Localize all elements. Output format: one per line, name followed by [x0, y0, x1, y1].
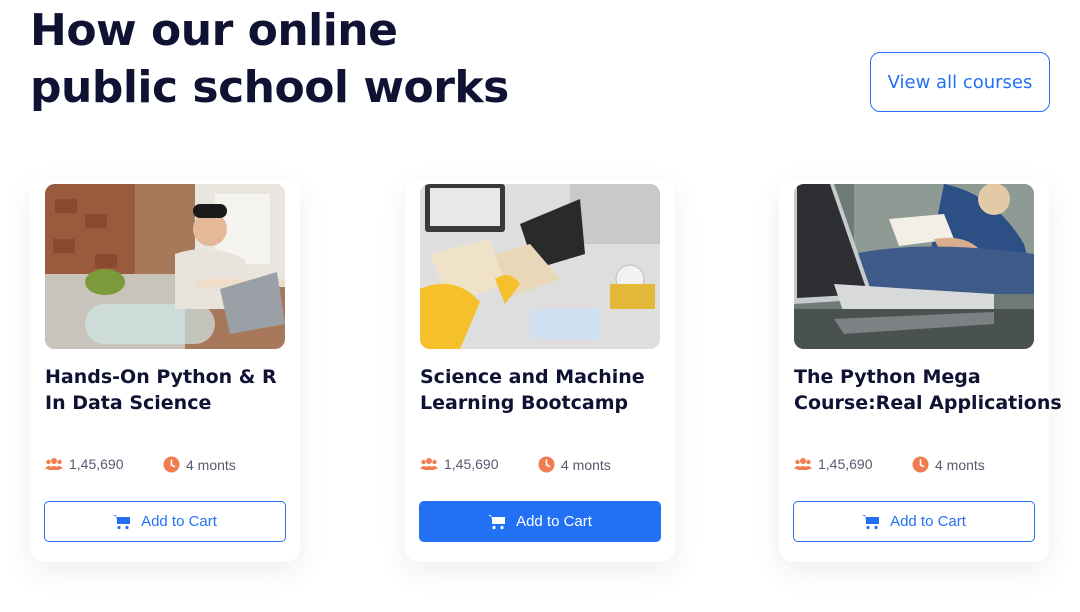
- add-to-cart-label: Add to Cart: [516, 513, 592, 530]
- course-title[interactable]: The Python Mega Course:Real Applications: [794, 364, 1062, 416]
- course-duration: 4 monts: [912, 456, 985, 473]
- course-image-desk-books[interactable]: [420, 184, 660, 349]
- course-duration: 4 monts: [163, 456, 236, 473]
- students-count-value: 1,45,690: [69, 456, 124, 472]
- section-heading-line-2: public school works: [30, 62, 509, 113]
- course-title-line-1: The Python Mega: [794, 366, 981, 388]
- course-meta: 1,45,690 4 monts: [420, 456, 660, 476]
- course-duration-value: 4 monts: [186, 456, 236, 473]
- course-card[interactable]: The Python Mega Course:Real Applications…: [779, 178, 1062, 562]
- clock-icon: [912, 456, 929, 473]
- course-title[interactable]: Science and Machine Learning Bootcamp: [420, 364, 670, 416]
- course-title-line-1: Science and Machine: [420, 366, 645, 388]
- students-count: 1,45,690: [420, 456, 499, 472]
- users-icon: [45, 458, 63, 470]
- section-heading-line-1: How our online: [30, 5, 398, 56]
- clock-icon: [163, 456, 180, 473]
- course-card[interactable]: Science and Machine Learning Bootcamp 1,…: [405, 178, 675, 562]
- course-meta: 1,45,690 4 monts: [45, 456, 285, 476]
- users-icon: [794, 458, 812, 470]
- students-count-value: 1,45,690: [818, 456, 873, 472]
- add-to-cart-button[interactable]: Add to Cart: [793, 501, 1035, 542]
- course-title-line-1: Hands-On Python & R: [45, 366, 277, 388]
- course-image-student-laptop[interactable]: [45, 184, 285, 349]
- course-title-line-2: Learning Bootcamp: [420, 392, 629, 414]
- cart-icon: [113, 514, 131, 529]
- students-count-value: 1,45,690: [444, 456, 499, 472]
- cart-icon: [488, 514, 506, 529]
- course-duration-value: 4 monts: [935, 456, 985, 473]
- clock-icon: [538, 456, 555, 473]
- course-title-line-2: Course:Real Applications: [794, 392, 1062, 414]
- users-icon: [420, 458, 438, 470]
- course-image-reading-laptop[interactable]: [794, 184, 1034, 349]
- add-to-cart-button[interactable]: Add to Cart: [44, 501, 286, 542]
- section-heading: How our online public school works: [30, 2, 509, 116]
- students-count: 1,45,690: [45, 456, 124, 472]
- students-count: 1,45,690: [794, 456, 873, 472]
- course-duration-value: 4 monts: [561, 456, 611, 473]
- view-all-courses-button[interactable]: View all courses: [870, 52, 1050, 112]
- course-card[interactable]: Hands-On Python & R In Data Science 1,45…: [30, 178, 300, 562]
- course-title[interactable]: Hands-On Python & R In Data Science: [45, 364, 295, 416]
- course-title-line-2: In Data Science: [45, 392, 212, 414]
- course-meta: 1,45,690 4 monts: [794, 456, 1034, 476]
- course-duration: 4 monts: [538, 456, 611, 473]
- cart-icon: [862, 514, 880, 529]
- add-to-cart-label: Add to Cart: [141, 513, 217, 530]
- add-to-cart-label: Add to Cart: [890, 513, 966, 530]
- add-to-cart-button[interactable]: Add to Cart: [419, 501, 661, 542]
